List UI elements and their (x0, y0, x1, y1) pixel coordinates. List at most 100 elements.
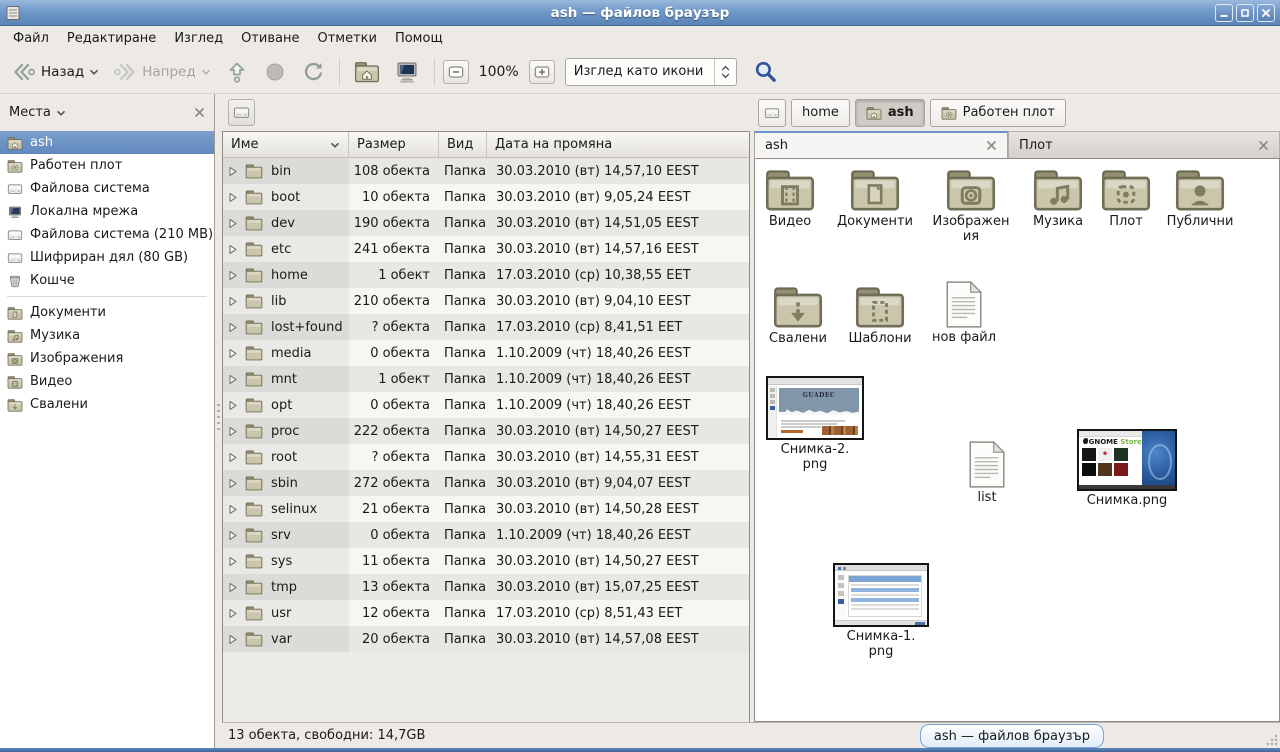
expander-icon[interactable] (227, 166, 238, 177)
tree-row-opt[interactable]: opt0 обектаПапка1.10.2009 (чт) 18,40,26 … (223, 392, 749, 418)
icon-view-item-video[interactable]: Видео (759, 166, 821, 230)
zoom-in-button[interactable] (529, 60, 555, 84)
reload-button[interactable] (295, 56, 331, 88)
icon-view-item-templates[interactable]: Шаблони (843, 283, 917, 347)
expander-icon[interactable] (227, 374, 238, 385)
sidebar-item-music[interactable]: Музика (0, 324, 214, 347)
sidebar-item-trash[interactable]: Кошче (0, 269, 214, 292)
tree-row-var[interactable]: var20 обектаПапка30.03.2010 (вт) 14,57,0… (223, 626, 749, 652)
expander-icon[interactable] (227, 348, 238, 359)
icon-view[interactable]: ВидеоДокументиИзображенияМузикаПлотПубли… (754, 158, 1280, 722)
breadcrumb-button-root[interactable] (758, 99, 786, 127)
titlebar[interactable]: ash — файлов браузър (0, 0, 1280, 26)
home-button[interactable] (348, 56, 386, 87)
view-mode-select[interactable]: Изглед като икони (565, 58, 737, 86)
icon-view-item-newfile[interactable]: нов файл (925, 281, 1003, 346)
tree-row-lost+found[interactable]: lost+found? обектаПапка17.03.2010 (ср) 8… (223, 314, 749, 340)
icon-view-item-downloads[interactable]: Свалени (763, 283, 833, 347)
tab-plot[interactable]: Плот (1008, 131, 1280, 158)
breadcrumb-button-home[interactable]: home (791, 99, 850, 127)
expander-icon[interactable] (227, 192, 238, 203)
tree-row-root[interactable]: root? обектаПапка30.03.2010 (вт) 14,55,3… (223, 444, 749, 470)
tree-row-media[interactable]: media0 обектаПапка1.10.2009 (чт) 18,40,2… (223, 340, 749, 366)
tree-row-srv[interactable]: srv0 обектаПапка1.10.2009 (чт) 18,40,26 … (223, 522, 749, 548)
expander-icon[interactable] (227, 608, 238, 619)
computer-button[interactable] (388, 56, 426, 88)
icon-view-item-documents[interactable]: Документи (831, 166, 919, 230)
sidebar-item-downloads[interactable]: Свалени (0, 393, 214, 416)
column-header-name[interactable]: Име (223, 132, 349, 157)
breadcrumb-button-ash[interactable]: ash (855, 99, 925, 127)
menu-item-help[interactable]: Помощ (386, 28, 452, 49)
resize-grip[interactable] (1266, 734, 1278, 746)
search-button[interactable] (747, 55, 784, 88)
tree-row-dev[interactable]: dev190 обектаПапка30.03.2010 (вт) 14,51,… (223, 210, 749, 236)
icon-view-item-snimka-1[interactable]: Снимка-1.png (829, 563, 933, 660)
expander-icon[interactable] (227, 556, 238, 567)
icon-view-item-music[interactable]: Музика (1025, 166, 1091, 230)
icon-view-item-snimka-2[interactable]: GUADECСнимка-2.png (763, 376, 867, 473)
icon-view-item-list[interactable]: list (957, 441, 1017, 506)
tree-row-selinux[interactable]: selinux21 обектаПапка30.03.2010 (вт) 14,… (223, 496, 749, 522)
expander-icon[interactable] (227, 530, 238, 541)
icon-view-item-public[interactable]: Публични (1161, 166, 1239, 230)
sidebar-item-desktop[interactable]: Работен плот (0, 154, 214, 177)
expander-icon[interactable] (227, 452, 238, 463)
expander-icon[interactable] (227, 400, 238, 411)
breadcrumb-button-desktop[interactable]: Работен плот (930, 99, 1066, 127)
sidebar-item-encrypted-80gb[interactable]: Шифриран дял (80 GB) (0, 246, 214, 269)
sidebar-item-filesystem[interactable]: Файлова система (0, 177, 214, 200)
tree-row-lib[interactable]: lib210 обектаПапка30.03.2010 (вт) 9,04,1… (223, 288, 749, 314)
close-sidebar-icon[interactable] (194, 107, 205, 118)
tab-close-icon[interactable] (986, 140, 997, 151)
back-button[interactable]: Назад (6, 56, 105, 88)
menu-item-go[interactable]: Отиване (232, 28, 308, 49)
sidebar-splitter[interactable] (215, 94, 222, 748)
sidebar-item-network[interactable]: Локална мрежа (0, 200, 214, 223)
places-title[interactable]: Места (9, 105, 51, 120)
expander-icon[interactable] (227, 478, 238, 489)
root-location-button[interactable] (228, 99, 255, 126)
window-list-button[interactable]: ash — файлов браузър (920, 724, 1104, 748)
icon-view-item-pictures[interactable]: Изображения (931, 166, 1011, 245)
maximize-button[interactable] (1236, 4, 1254, 22)
expander-icon[interactable] (227, 218, 238, 229)
tab-ash[interactable]: ash (754, 131, 1008, 158)
tab-close-icon[interactable] (1258, 140, 1269, 151)
expander-icon[interactable] (227, 322, 238, 333)
column-header-type[interactable]: Вид (439, 132, 487, 157)
menu-item-bookmarks[interactable]: Отметки (308, 28, 385, 49)
sidebar-item-documents[interactable]: Документи (0, 301, 214, 324)
icon-view-item-snimka[interactable]: GNOME StoreСнимка.png (1071, 429, 1183, 509)
icon-view-item-desktop[interactable]: Плот (1097, 166, 1155, 230)
tree-row-usr[interactable]: usr12 обектаПапка17.03.2010 (ср) 8,51,43… (223, 600, 749, 626)
sidebar-item-filesystem-210mb[interactable]: Файлова система (210 MB) (0, 223, 214, 246)
tree-row-proc[interactable]: proc222 обектаПапка30.03.2010 (вт) 14,50… (223, 418, 749, 444)
tree-row-mnt[interactable]: mnt1 обектПапка1.10.2009 (чт) 18,40,26 E… (223, 366, 749, 392)
expander-icon[interactable] (227, 244, 238, 255)
menu-item-view[interactable]: Изглед (165, 28, 232, 49)
expander-icon[interactable] (227, 426, 238, 437)
column-header-date[interactable]: Дата на промяна (487, 132, 749, 157)
menu-item-file[interactable]: Файл (4, 28, 58, 49)
tree-row-tmp[interactable]: tmp13 обектаПапка30.03.2010 (вт) 15,07,2… (223, 574, 749, 600)
tree-row-etc[interactable]: etc241 обектаПапка30.03.2010 (вт) 14,57,… (223, 236, 749, 262)
tree-row-sys[interactable]: sys11 обектаПапка30.03.2010 (вт) 14,50,2… (223, 548, 749, 574)
expander-icon[interactable] (227, 504, 238, 515)
tree-row-sbin[interactable]: sbin272 обектаПапка30.03.2010 (вт) 9,04,… (223, 470, 749, 496)
stop-button[interactable] (257, 56, 293, 88)
expander-icon[interactable] (227, 296, 238, 307)
tree-row-bin[interactable]: bin108 обектаПапка30.03.2010 (вт) 14,57,… (223, 158, 749, 184)
sidebar-item-pictures[interactable]: Изображения (0, 347, 214, 370)
up-button[interactable] (219, 56, 255, 88)
sidebar-item-ash[interactable]: ash (0, 131, 214, 154)
expander-icon[interactable] (227, 582, 238, 593)
forward-button[interactable]: Напред (107, 56, 216, 88)
tree-row-boot[interactable]: boot10 обектаПапка30.03.2010 (вт) 9,05,2… (223, 184, 749, 210)
close-button[interactable] (1257, 4, 1275, 22)
expander-icon[interactable] (227, 270, 238, 281)
zoom-out-button[interactable] (443, 60, 469, 84)
expander-icon[interactable] (227, 634, 238, 645)
tree-row-home[interactable]: home1 обектПапка17.03.2010 (ср) 10,38,55… (223, 262, 749, 288)
sidebar-item-video[interactable]: Видео (0, 370, 214, 393)
